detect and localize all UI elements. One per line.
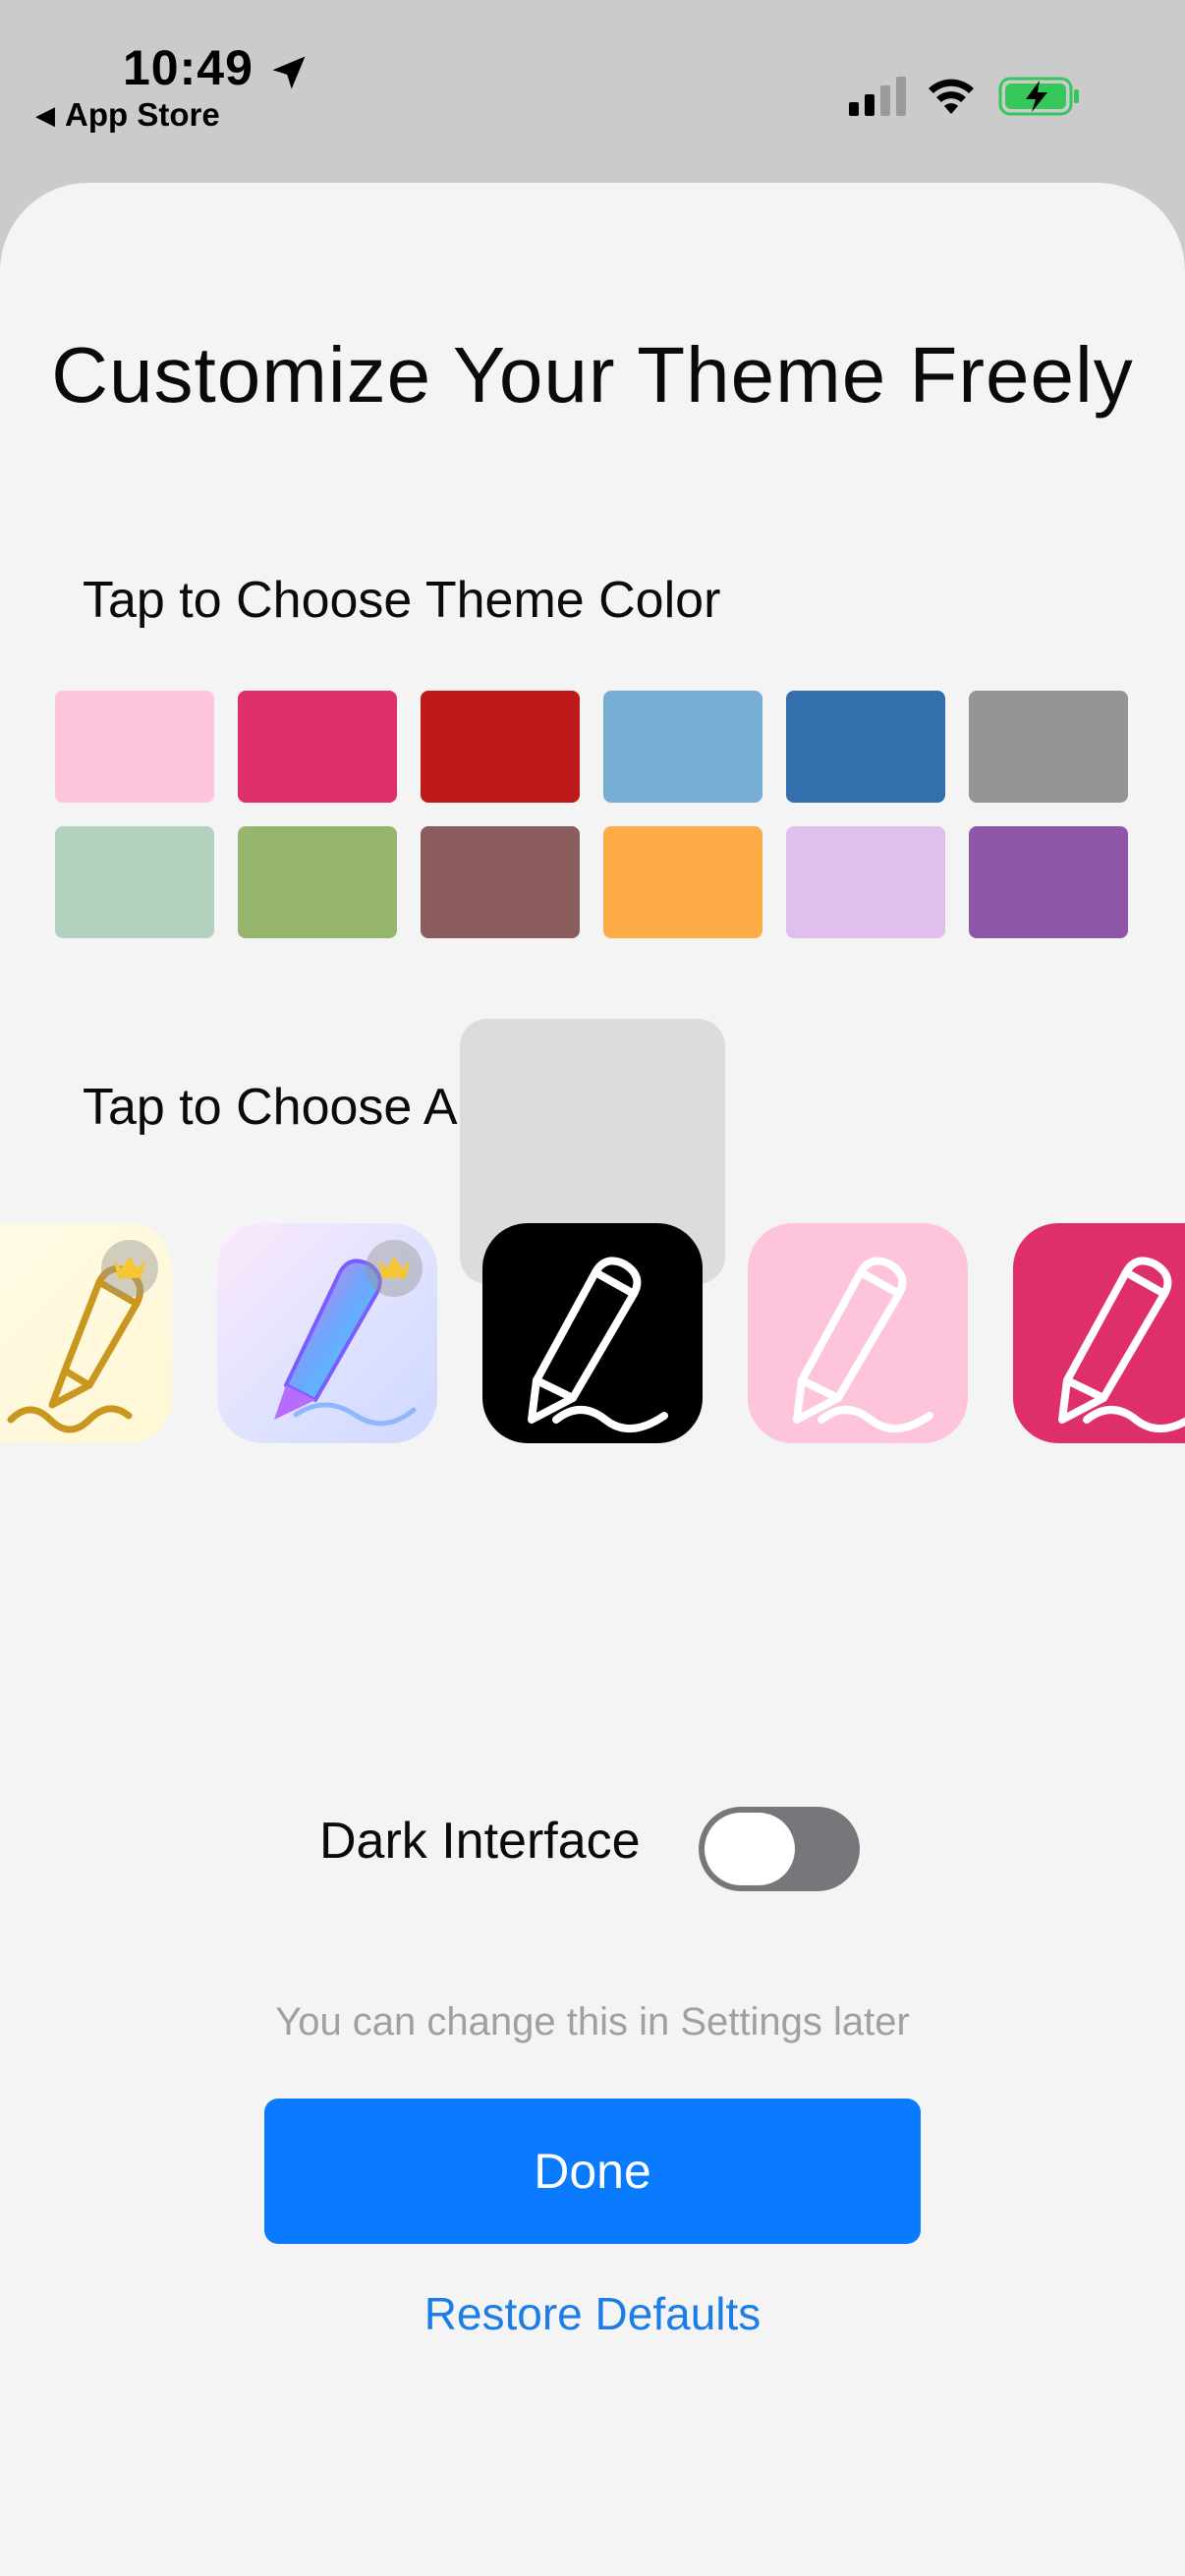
location-arrow-icon (272, 56, 306, 89)
back-to-app-store-link[interactable]: ◀ App Store (35, 96, 220, 134)
magenta-pencil-icon[interactable] (1013, 1223, 1185, 1443)
dark-interface-toggle[interactable] (699, 1807, 860, 1891)
color-swatch[interactable] (786, 691, 945, 803)
color-swatch[interactable] (969, 826, 1128, 938)
color-swatch[interactable] (603, 826, 762, 938)
color-swatch[interactable] (55, 691, 214, 803)
restore-defaults-link[interactable]: Restore Defaults (0, 2287, 1185, 2340)
dark-interface-label: Dark Interface (319, 1813, 641, 1870)
color-swatch[interactable] (603, 691, 762, 803)
pink-pencil-icon[interactable] (748, 1223, 968, 1443)
wifi-icon (929, 79, 974, 114)
cellular-signal-icon (849, 77, 906, 116)
color-swatch[interactable] (55, 826, 214, 938)
premium-crown-badge (101, 1240, 158, 1297)
crown-icon (114, 1257, 145, 1278)
status-bar: 10:49 ◀ App Store (0, 0, 1185, 182)
status-time: 10:49 (123, 40, 254, 95)
settings-hint: You can change this in Settings later (275, 2000, 910, 2044)
color-swatch[interactable] (421, 691, 580, 803)
color-swatch[interactable] (786, 826, 945, 938)
black-pencil-icon[interactable] (482, 1223, 703, 1443)
color-swatch[interactable] (421, 826, 580, 938)
done-button[interactable]: Done (264, 2099, 921, 2244)
premium-crown-badge (366, 1240, 423, 1297)
back-triangle-icon: ◀ (35, 100, 55, 130)
back-app-label: App Store (65, 96, 220, 133)
page-title: Customize Your Theme Freely (51, 331, 1134, 419)
color-swatch[interactable] (969, 691, 1128, 803)
toggle-knob (705, 1813, 795, 1885)
theme-color-grid (55, 691, 1130, 938)
color-swatch[interactable] (238, 826, 397, 938)
color-swatch[interactable] (238, 691, 397, 803)
battery-charging-icon (998, 77, 1079, 116)
theme-color-label: Tap to Choose Theme Color (83, 572, 721, 629)
crown-icon (378, 1257, 410, 1278)
